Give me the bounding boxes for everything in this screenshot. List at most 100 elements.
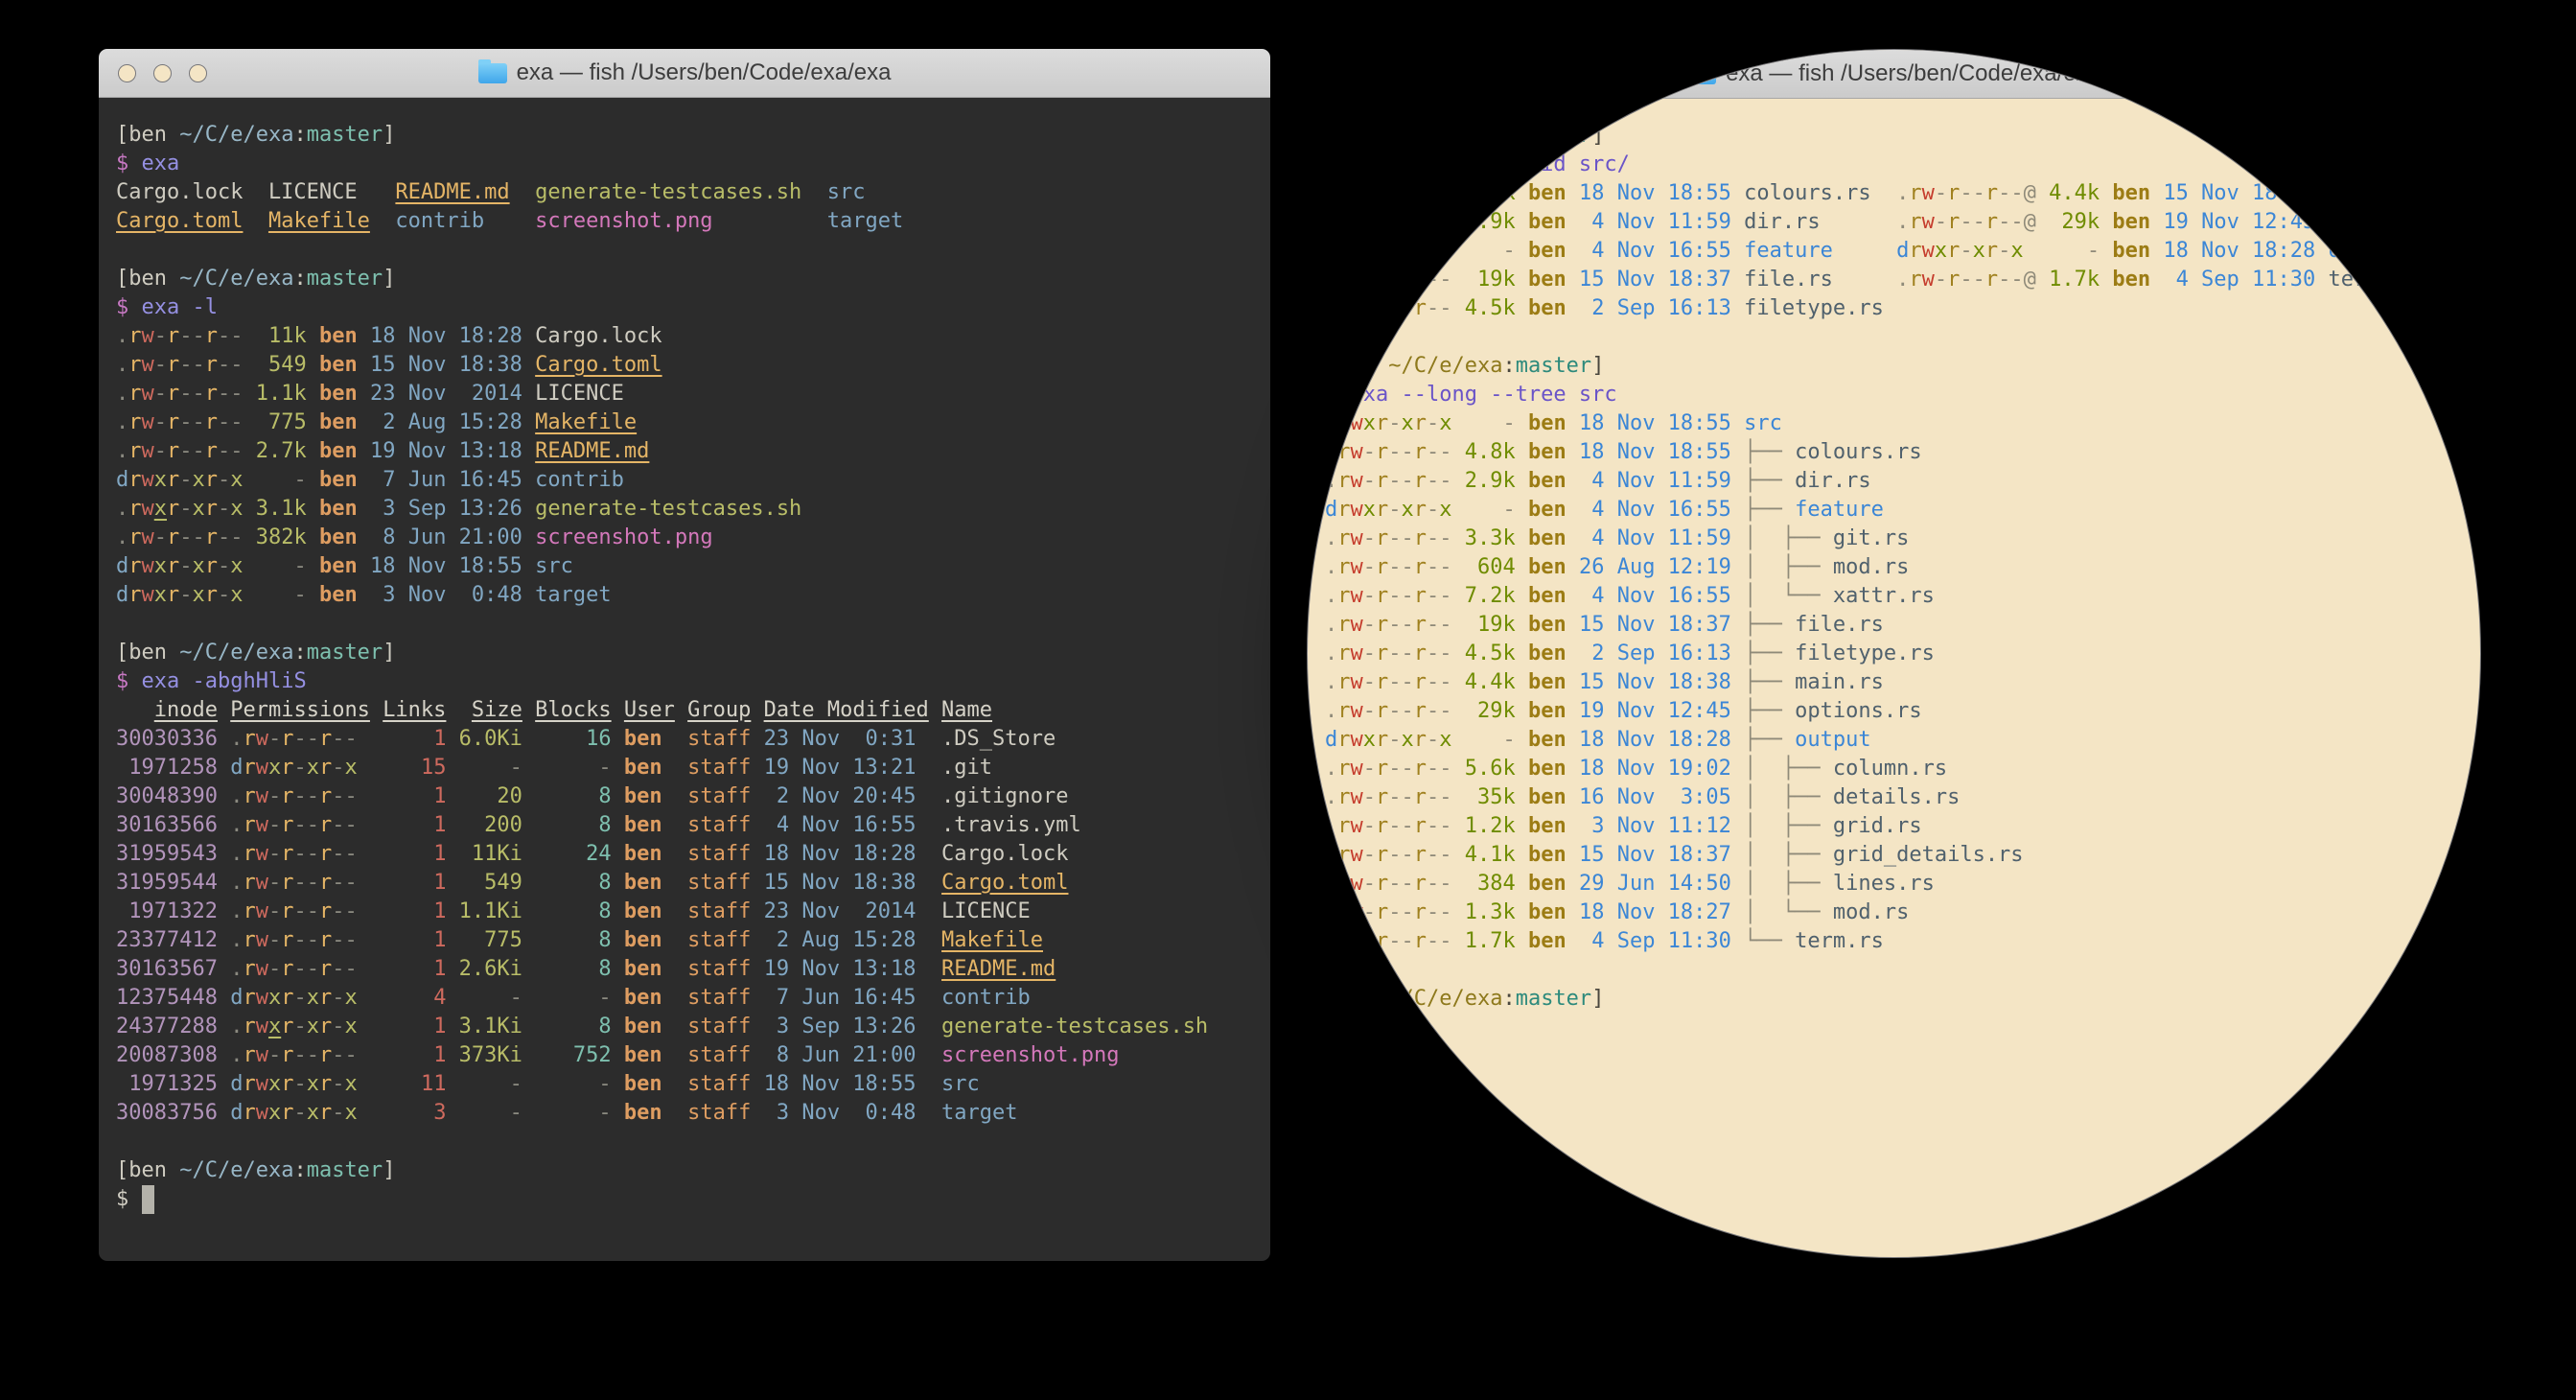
permission-char: r (319, 1015, 332, 1038)
terminal-text-segment (1731, 210, 1744, 234)
terminal-text-segment: staff (662, 957, 752, 981)
left-terminal-body[interactable]: [ben ~/C/e/exa:master]$ exaCargo.lock LI… (99, 98, 1270, 1237)
permission-char: r (1414, 268, 1427, 292)
permission-char: r (1414, 872, 1427, 896)
permission-char: - (293, 784, 306, 808)
terminal-text-segment: - (522, 756, 612, 780)
permission-char: - (230, 324, 243, 348)
terminal-text-segment: Makefile (941, 928, 1043, 952)
terminal-text-segment: : (1502, 124, 1515, 148)
terminal-text-segment: filetype.rs (1795, 642, 1935, 665)
terminal-line (1325, 323, 2463, 352)
permission-char: w (256, 1043, 268, 1067)
permission-char: w (1351, 670, 1363, 694)
terminal-text-segment: staff (662, 928, 752, 952)
permission-char: r (1337, 785, 1350, 809)
terminal-text-segment: exa -l (142, 295, 218, 319)
permission-char: - (307, 871, 319, 895)
terminal-text-segment: 16 (522, 727, 612, 751)
terminal-text-segment (218, 698, 230, 722)
permission-char: r (1376, 613, 1388, 637)
permission-char: w (1351, 642, 1363, 665)
permission-char: w (1922, 210, 1935, 234)
permission-char: . (1325, 785, 1337, 809)
permission-char: - (1388, 296, 1401, 320)
terminal-text-segment: 382k (244, 525, 307, 549)
permission-char: . (1325, 670, 1337, 694)
permission-char: - (1363, 670, 1376, 694)
right-terminal-body[interactable]: [ben ~/C/e/exa:master]$ exa --long --gri… (1308, 99, 2480, 1065)
permission-char: r (1337, 440, 1350, 464)
permission-char: - (179, 410, 192, 434)
permission-char: r (243, 1043, 255, 1067)
terminal-text-segment: : (293, 123, 306, 147)
terminal-text-segment: $ (1325, 152, 1351, 176)
permission-char: - (1427, 872, 1439, 896)
terminal-text-segment: 775 (244, 410, 307, 434)
permission-char: x (344, 1015, 357, 1038)
terminal-line: [ben ~/C/e/exa:master] (116, 121, 1253, 150)
terminal-text-segment (1833, 268, 1896, 292)
permission-char: - (332, 928, 344, 952)
terminal-text-segment (218, 871, 230, 895)
terminal-line: .rw-r--r-- 29k ben 19 Nov 12:45 ├── opti… (1325, 697, 2463, 726)
permission-char: r (167, 583, 179, 607)
permission-char: r (167, 353, 179, 377)
terminal-text-segment (218, 928, 230, 952)
terminal-text-segment: ~/C/e/exa (1388, 354, 1502, 378)
terminal-text-segment: ├── (1744, 469, 1795, 493)
permission-char: - (344, 899, 357, 923)
terminal-text-segment: $ (116, 1187, 142, 1211)
permission-char: w (256, 928, 268, 952)
terminal-text-segment: target (535, 583, 611, 607)
terminal-text-segment: ben (307, 382, 358, 406)
terminal-text-segment (917, 1072, 942, 1096)
left-titlebar[interactable]: exa — fish /Users/ben/Code/exa/exa (99, 49, 1270, 98)
terminal-text-segment: ben (1516, 757, 1566, 781)
permission-char: d (230, 1072, 243, 1096)
terminal-text-segment: 11 (358, 1072, 447, 1096)
terminal-text-segment: 8 (522, 813, 612, 837)
folder-icon (1687, 64, 1716, 84)
terminal-text-segment: staff (662, 756, 752, 780)
permission-char: r (1414, 584, 1427, 608)
terminal-line: $ (1325, 1014, 2463, 1042)
terminal-text-segment: ben (1516, 584, 1566, 608)
terminal-text-segment: dir.rs (1795, 469, 1870, 493)
permission-char: - (268, 813, 281, 837)
permission-char: x (344, 756, 357, 780)
terminal-text-segment: 18 Nov 19:02 (1566, 757, 1731, 781)
right-titlebar[interactable]: exa — fish /Users/ben/Code/exa/exa (1308, 50, 2480, 99)
terminal-text-segment: 30048390 (116, 784, 218, 808)
terminal-text-segment: ~/C/e/exa (179, 641, 293, 665)
terminal-text-segment: 6.0Ki (446, 727, 522, 751)
terminal-text-segment (917, 784, 942, 808)
close-button[interactable] (118, 64, 136, 82)
permission-char: - (1363, 210, 1376, 234)
terminal-line: Cargo.lock LICENCE README.md generate-te… (116, 178, 1253, 207)
permission-char: r (128, 583, 141, 607)
terminal-text-segment (1731, 814, 1744, 838)
permission-char: - (1388, 728, 1401, 752)
permission-char: r (1376, 555, 1388, 579)
close-button[interactable] (1327, 65, 1345, 83)
zoom-button[interactable] (1398, 65, 1416, 83)
terminal-text-segment: 23 Nov 2014 (751, 899, 916, 923)
terminal-text-segment: 4 Nov 16:55 (1566, 498, 1731, 522)
terminal-line: .rw-r--r-- 35k ben 16 Nov 3:05 │ ├── det… (1325, 783, 2463, 812)
permission-char: w (256, 842, 268, 866)
terminal-line: .rw-r--r-- 3.3k ben 4 Nov 11:59 │ ├── gi… (1325, 525, 2463, 553)
zoom-button[interactable] (189, 64, 207, 82)
permission-char: - (344, 1043, 357, 1067)
terminal-text-segment: 18 Nov 18:55 (1566, 411, 1731, 435)
minimize-button[interactable] (153, 64, 172, 82)
permission-char: x (268, 1101, 281, 1125)
permission-char: - (1439, 900, 1451, 924)
permission-char: r (1337, 268, 1350, 292)
minimize-button[interactable] (1362, 65, 1381, 83)
terminal-text-segment: staff (662, 1101, 752, 1125)
permission-char: r (167, 324, 179, 348)
terminal-text-segment (522, 525, 535, 549)
permission-char: - (230, 382, 243, 406)
terminal-text-segment: Date Modified (764, 698, 929, 722)
